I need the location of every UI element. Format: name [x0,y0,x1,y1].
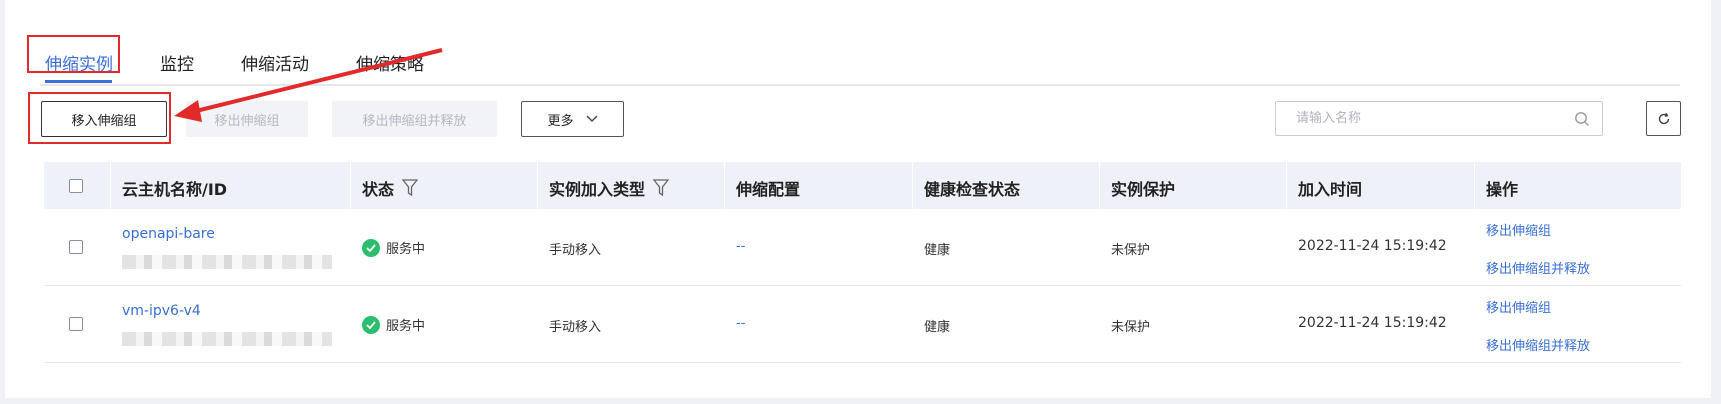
annotation-arrow-icon [174,48,443,122]
